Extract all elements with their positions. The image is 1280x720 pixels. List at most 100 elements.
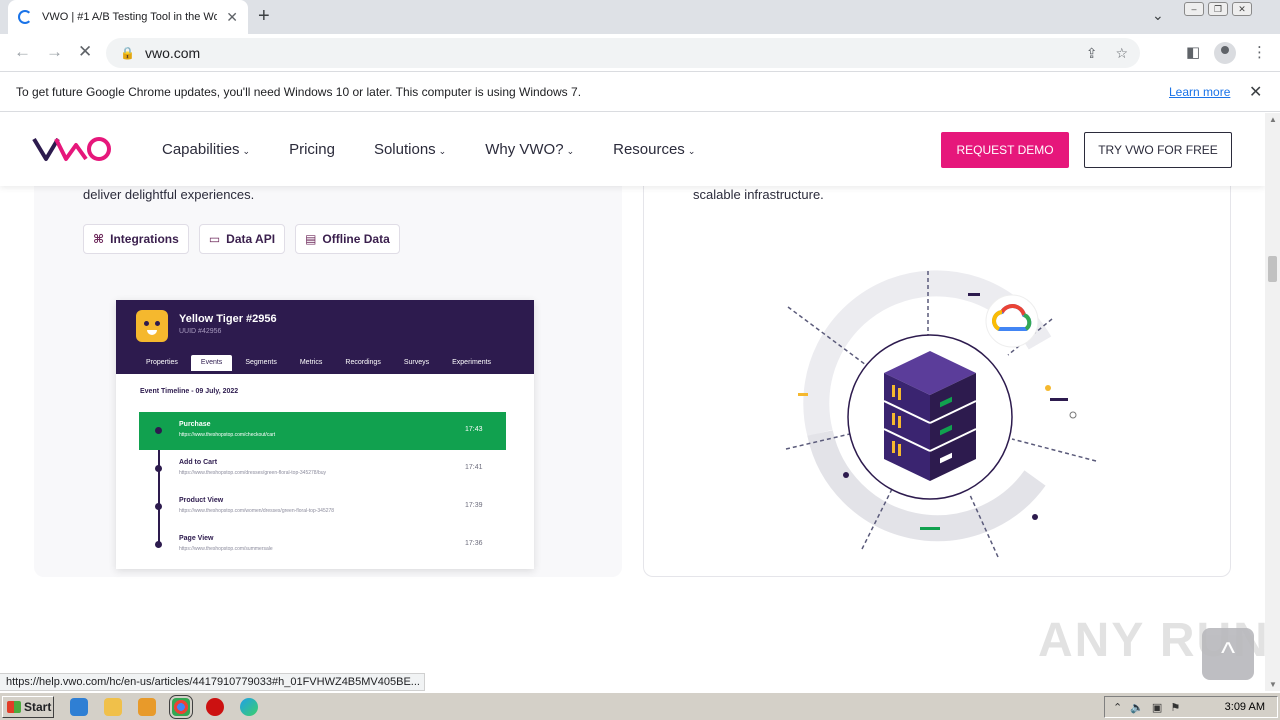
stop-loading-icon[interactable]: ✕	[78, 42, 92, 62]
timeline-event: Product View https://www.theshopstop.com…	[139, 488, 506, 526]
timeline-event: Page View https://www.theshopstop.com/su…	[139, 526, 506, 564]
event-url: https://www.theshopstop.com/checkout/car…	[179, 432, 276, 438]
tab-properties: Properties	[146, 359, 178, 366]
event-name: Page View	[179, 535, 214, 542]
profile-avatar-icon[interactable]	[1214, 42, 1236, 64]
chrome-icon[interactable]	[169, 695, 193, 719]
profile-tabs: Properties Events Segments Metrics Recor…	[136, 355, 504, 371]
tray-expand-icon[interactable]: ⌃	[1113, 701, 1122, 714]
tiger-avatar-icon	[136, 310, 168, 342]
event-url: https://www.theshopstop.com/summersale	[179, 546, 273, 552]
tab-search-chevron-icon[interactable]: ⌄	[1152, 7, 1164, 24]
event-time: 17:39	[465, 502, 483, 509]
try-free-button[interactable]: TRY VWO FOR FREE	[1084, 132, 1232, 168]
opera-icon[interactable]	[206, 698, 224, 716]
nav-solutions[interactable]: Solutions ⌄	[374, 141, 446, 158]
request-demo-button[interactable]: REQUEST DEMO	[941, 132, 1069, 168]
profile-header: Yellow Tiger #2956 UUID #42956 Propertie…	[116, 300, 534, 374]
side-panel-icon[interactable]: ◧	[1186, 43, 1200, 61]
timeline-dot-icon	[155, 427, 162, 434]
close-window-icon[interactable]: ✕	[1232, 2, 1252, 16]
ie-icon[interactable]	[70, 698, 88, 716]
action-center-flag-icon[interactable]: ⚑	[1170, 701, 1180, 714]
back-to-top-button[interactable]: ^	[1202, 628, 1254, 680]
chip-offline-data[interactable]: ▤ Offline Data	[295, 224, 400, 254]
start-button[interactable]: Start	[2, 696, 54, 718]
learn-more-link[interactable]: Learn more	[1169, 85, 1230, 99]
event-url: https://www.theshopstop.com/dresses/gree…	[179, 470, 327, 476]
update-infobar: To get future Google Chrome updates, you…	[0, 72, 1280, 112]
address-bar[interactable]: 🔒 vwo.com ⇪ ☆	[106, 38, 1140, 68]
window-controls: – ❐ ✕	[1184, 2, 1252, 16]
lock-icon: 🔒	[120, 46, 135, 60]
scroll-thumb[interactable]	[1268, 256, 1277, 282]
document-icon: ▤	[305, 232, 317, 246]
page-scrollbar[interactable]: ▲ ▼	[1265, 113, 1280, 691]
chevron-down-icon: ⌄	[438, 146, 447, 156]
folder-icon[interactable]	[104, 698, 122, 716]
tab-title: VWO | #1 A/B Testing Tool in the World	[42, 11, 217, 23]
windows-logo-icon	[7, 701, 21, 713]
chip-integrations[interactable]: ⌘ Integrations	[83, 224, 189, 254]
main-nav: Capabilities ⌄ Pricing Solutions ⌄ Why VWO…	[162, 141, 734, 158]
tab-experiments: Experiments	[452, 359, 492, 366]
network-icon[interactable]: ▣	[1152, 701, 1162, 714]
integrations-icon: ⌘	[93, 232, 105, 246]
back-arrow-icon[interactable]: ←	[14, 42, 31, 62]
tab-surveys: Surveys	[403, 359, 430, 366]
status-bar-url: https://help.vwo.com/hc/en-us/articles/4…	[0, 673, 425, 691]
loading-spinner-icon	[18, 10, 32, 24]
chevron-up-icon: ^	[1220, 637, 1236, 670]
url-text: vwo.com	[144, 45, 201, 61]
new-tab-button[interactable]: +	[258, 5, 270, 28]
timeline-dot-icon	[155, 465, 162, 472]
event-time: 17:43	[465, 426, 483, 433]
clock: 3:09 AM	[1224, 701, 1265, 713]
data-card-left: deliver delightful experiences. ⌘ Integra…	[34, 153, 622, 577]
timeline-event: Purchase https://www.theshopstop.com/che…	[139, 412, 506, 450]
browser-tab[interactable]: VWO | #1 A/B Testing Tool in the World ✕	[8, 0, 248, 34]
page-viewport: Capabilities ⌄ Pricing Solutions ⌄ Why VWO…	[0, 113, 1265, 691]
timeline-dot-icon	[155, 541, 162, 548]
api-icon: ▭	[208, 232, 221, 246]
event-name: Purchase	[179, 421, 211, 428]
chevron-down-icon: ⌄	[687, 146, 696, 156]
event-url: https://www.theshopstop.com/women/dresse…	[179, 508, 335, 514]
profile-uuid: UUID #42956	[179, 328, 222, 335]
chevron-down-icon: ⌄	[242, 146, 251, 156]
visitor-profile-mock: Yellow Tiger #2956 UUID #42956 Propertie…	[116, 300, 534, 569]
tab-segments: Segments	[245, 359, 277, 366]
restore-icon[interactable]: ❐	[1208, 2, 1228, 16]
timeline-event: Add to Cart https://www.theshopstop.com/…	[139, 450, 506, 488]
scroll-up-icon[interactable]: ▲	[1269, 115, 1277, 124]
forward-arrow-icon[interactable]: →	[46, 42, 63, 62]
timeline-title: Event Timeline - 09 July, 2022	[140, 388, 239, 395]
tab-metrics: Metrics	[299, 359, 323, 366]
site-header: Capabilities ⌄ Pricing Solutions ⌄ Why VWO…	[0, 113, 1265, 186]
minimize-icon[interactable]: –	[1184, 2, 1204, 16]
infobar-close-icon[interactable]: ✕	[1249, 82, 1262, 102]
nav-resources[interactable]: Resources ⌄	[613, 141, 695, 158]
cloud-server-illustration	[785, 270, 1097, 558]
media-player-icon[interactable]	[138, 698, 156, 716]
volume-icon[interactable]: 🔈	[1130, 701, 1144, 714]
event-time: 17:36	[465, 540, 483, 547]
nav-why-vwo[interactable]: Why VWO? ⌄	[485, 141, 574, 158]
infobar-message: To get future Google Chrome updates, you…	[16, 84, 582, 99]
chip-data-api[interactable]: ▭ Data API	[198, 224, 286, 254]
tab-strip: VWO | #1 A/B Testing Tool in the World ✕…	[0, 0, 1280, 34]
browser-toolbar: ← → ✕ 🔒 vwo.com ⇪ ☆ ◧ ⋮	[0, 34, 1280, 72]
vwo-logo[interactable]	[32, 135, 112, 163]
share-icon[interactable]: ⇪	[1086, 45, 1098, 62]
tab-close-icon[interactable]: ✕	[226, 9, 238, 26]
windows-taskbar: Start ⌃ 🔈 ▣ ⚑ 3:09 AM	[0, 692, 1280, 720]
profile-name: Yellow Tiger #2956	[179, 313, 277, 325]
edge-icon[interactable]	[240, 698, 258, 716]
nav-pricing[interactable]: Pricing	[289, 141, 335, 158]
bookmark-star-icon[interactable]: ☆	[1115, 45, 1128, 62]
tab-recordings: Recordings	[345, 359, 381, 366]
nav-capabilities[interactable]: Capabilities ⌄	[162, 141, 250, 158]
more-menu-icon[interactable]: ⋮	[1252, 43, 1267, 61]
event-name: Product View	[179, 497, 224, 504]
scroll-down-icon[interactable]: ▼	[1269, 680, 1277, 689]
